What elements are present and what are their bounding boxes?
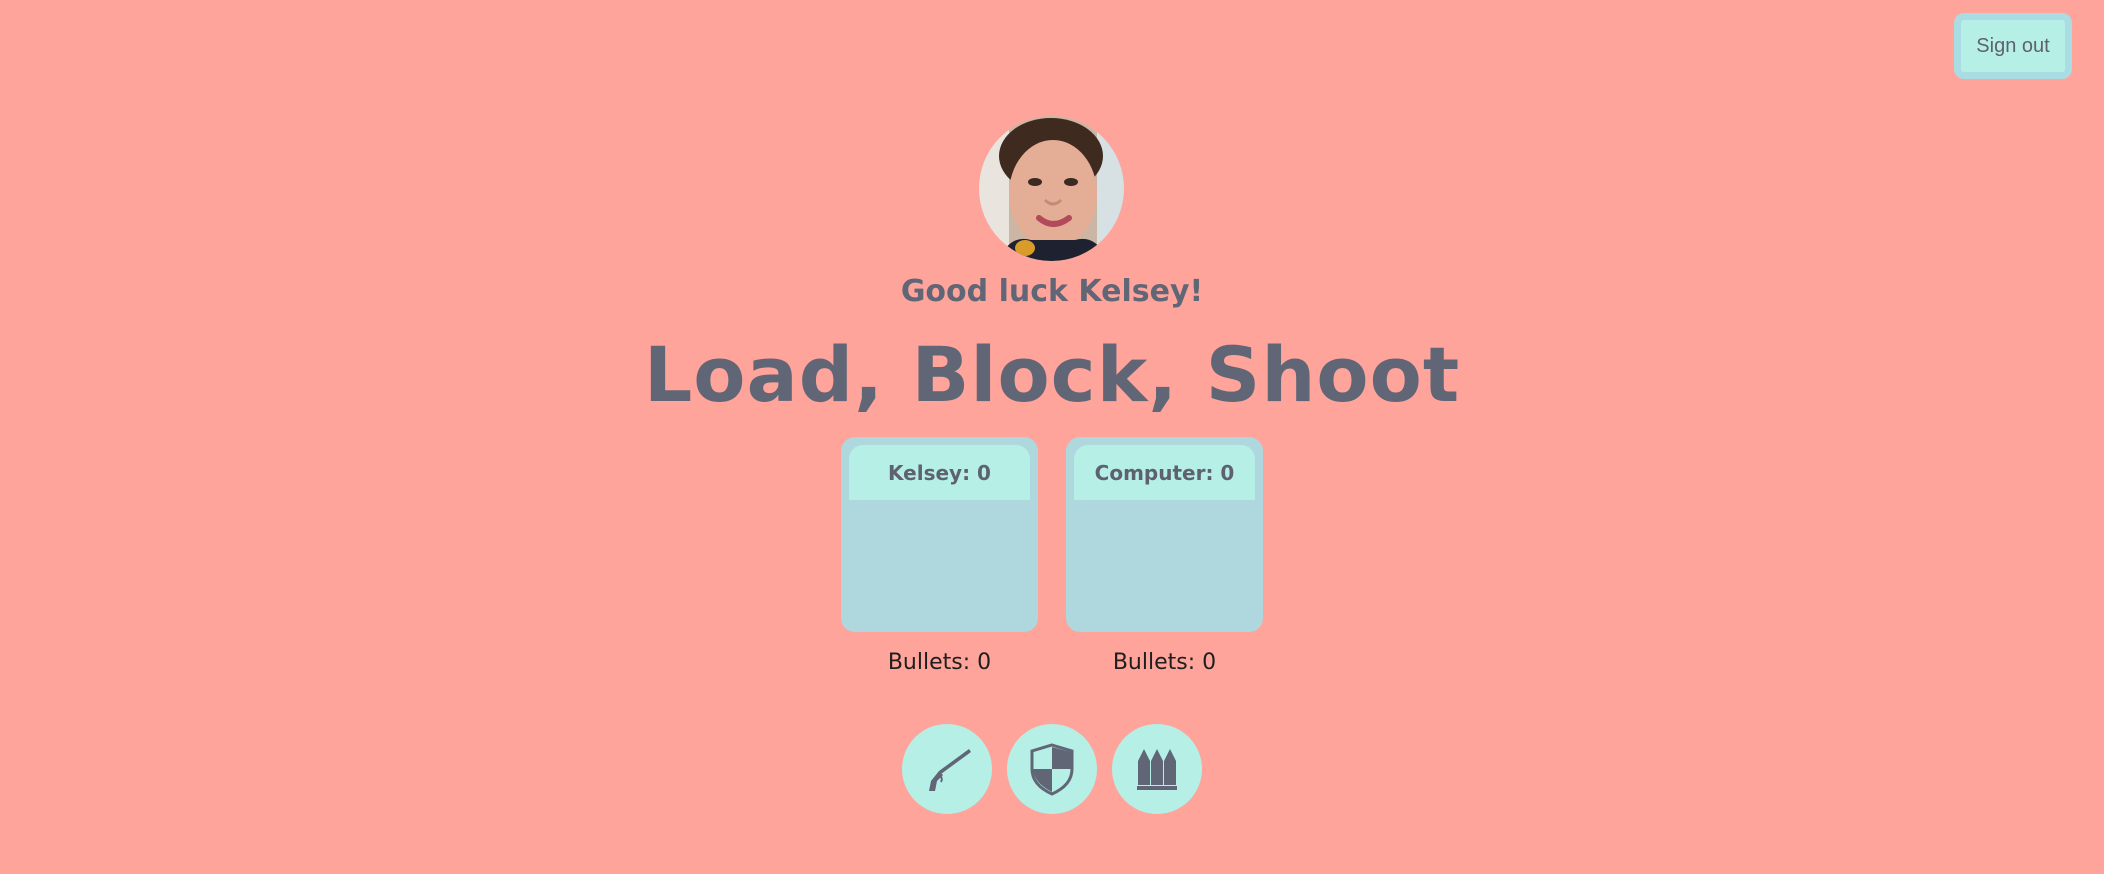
computer-bullets: Bullets: 0 <box>1112 650 1217 675</box>
user-photo <box>979 116 1124 261</box>
bullets-icon <box>1137 749 1177 790</box>
player-bullets: Bullets: 0 <box>887 650 992 675</box>
computer-score: Computer: 0 <box>1074 445 1255 500</box>
sign-out-button[interactable]: Sign out <box>1954 13 2072 79</box>
shield-icon <box>1030 743 1074 796</box>
block-button[interactable] <box>1007 724 1097 814</box>
computer-card: Computer: 0 <box>1066 437 1263 632</box>
greeting-text: Good luck Kelsey! <box>900 274 1204 309</box>
shoot-button[interactable] <box>902 724 992 814</box>
shotgun-icon <box>929 749 971 791</box>
player-card: Kelsey: 0 <box>841 437 1038 632</box>
avatar <box>979 116 1124 261</box>
load-button[interactable] <box>1112 724 1202 814</box>
player-score: Kelsey: 0 <box>849 445 1030 500</box>
game-title: Load, Block, Shoot <box>643 330 1461 419</box>
